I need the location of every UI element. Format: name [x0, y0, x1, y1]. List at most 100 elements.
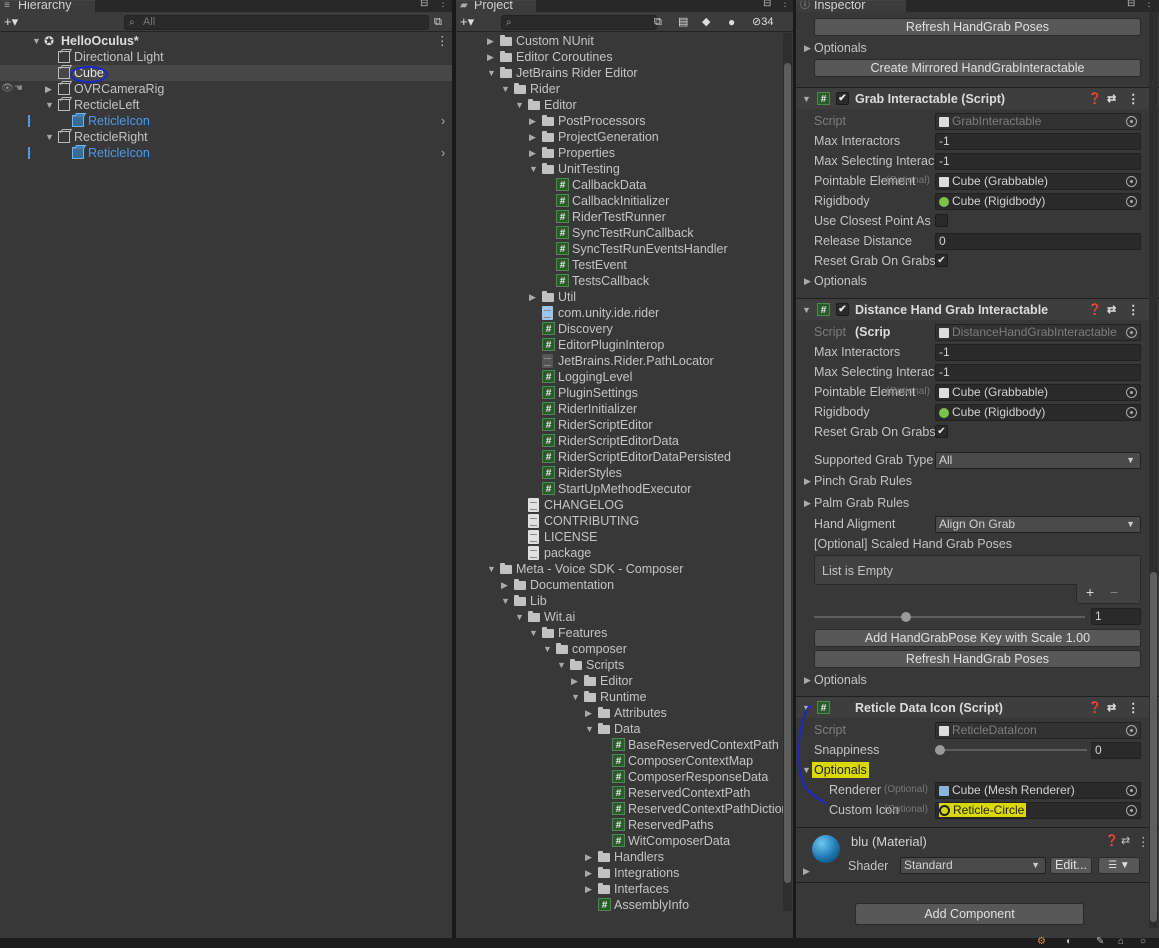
scene-menu-icon[interactable]: ⋮	[436, 33, 449, 49]
expand-arrow-icon[interactable]: ▼	[32, 33, 41, 49]
tab-hierarchy[interactable]: ≡ Hierarchy	[0, 0, 95, 12]
pointable-field[interactable]: Cube (Grabbable)	[935, 384, 1141, 401]
list-item[interactable]: ▶ Interfaces	[456, 881, 783, 897]
expand-arrow-icon[interactable]: ▶	[585, 849, 592, 865]
list-item[interactable]: # ComposerResponseData	[456, 769, 783, 785]
list-item[interactable]: # RiderInitializer	[456, 401, 783, 417]
hidden-packages-icon[interactable]: ⊘34	[752, 14, 773, 30]
list-item[interactable]: # RiderStyles	[456, 465, 783, 481]
component-menu-icon[interactable]: ⋮	[1127, 88, 1140, 110]
pointable-field[interactable]: Cube (Grabbable)	[935, 173, 1141, 190]
list-item[interactable]: ▶ Documentation	[456, 577, 783, 593]
scale-slider-track[interactable]	[814, 616, 1085, 618]
cache-icon[interactable]: ◐	[1066, 936, 1072, 947]
presets-icon[interactable]: ⇄	[1107, 299, 1116, 321]
snappiness-slider-knob[interactable]	[935, 745, 945, 755]
list-item[interactable]: ReticleIcon ›	[0, 145, 452, 161]
collapse-arrow-icon[interactable]: ▼	[529, 161, 538, 177]
object-picker-icon[interactable]	[1126, 407, 1137, 418]
foldout-arrow-icon[interactable]: ▼	[802, 299, 811, 321]
list-item[interactable]: ▼ Meta - Voice SDK - Composer	[456, 561, 783, 577]
hierarchy-search-input[interactable]: ⌕ All	[124, 15, 429, 30]
list-item[interactable]: ▶ Integrations	[456, 865, 783, 881]
chevron-right-icon[interactable]: ›	[441, 145, 445, 161]
expand-arrow-icon[interactable]: ▶	[529, 289, 536, 305]
list-item[interactable]: # ReservedContextPath	[456, 785, 783, 801]
rigidbody-field[interactable]: Cube (Rigidbody)	[935, 404, 1141, 421]
lock-icon[interactable]: ⊟	[763, 0, 771, 9]
inspector-scrollbar[interactable]	[1149, 12, 1158, 928]
cloud-icon[interactable]: ○	[1140, 936, 1146, 947]
renderer-field[interactable]: Cube (Mesh Renderer)	[935, 782, 1141, 799]
scrollbar-thumb[interactable]	[1150, 572, 1157, 922]
list-item[interactable]: ▼ RecticleLeft	[0, 97, 452, 113]
list-item[interactable]: # LoggingLevel	[456, 369, 783, 385]
list-item[interactable]: # RiderScriptEditorData	[456, 433, 783, 449]
object-picker-icon[interactable]	[1126, 805, 1137, 816]
enable-checkbox[interactable]: ✔	[836, 303, 849, 316]
reset-grab-checkbox[interactable]: ✔	[935, 425, 948, 438]
list-item[interactable]: # RiderScriptEditor	[456, 417, 783, 433]
edit-shader-button[interactable]: Edit...	[1050, 857, 1092, 874]
lock-icon[interactable]: ⊟	[420, 0, 428, 9]
component-menu-icon[interactable]: ⋮	[1137, 834, 1150, 849]
list-item[interactable]: Directional Light	[0, 49, 452, 65]
add-handgrab-key-button[interactable]: Add HandGrabPose Key with Scale 1.00	[814, 629, 1141, 647]
list-item[interactable]: ReticleIcon ›	[0, 113, 452, 129]
release-distance-input[interactable]: 0	[935, 233, 1141, 250]
scene-row[interactable]: ▼ ✪ HelloOculus* ⋮	[0, 33, 452, 49]
list-item[interactable]: # CallbackInitializer	[456, 193, 783, 209]
expand-arrow-icon[interactable]: ▶	[529, 113, 536, 129]
expand-arrow-icon[interactable]: ▼	[45, 97, 54, 113]
list-item[interactable]: ▼ Lib	[456, 593, 783, 609]
list-item[interactable]: LICENSE	[456, 529, 783, 545]
list-item[interactable]: # ComposerContextMap	[456, 753, 783, 769]
list-item[interactable]: # StartUpMethodExecutor	[456, 481, 783, 497]
expand-arrow-icon[interactable]: ▶	[501, 577, 508, 593]
tab-project[interactable]: ▰ Project	[456, 0, 536, 12]
expand-arrow-icon[interactable]: ▶	[529, 129, 536, 145]
expand-arrow-icon[interactable]: ▶	[585, 705, 592, 721]
grab-interactable-header[interactable]: ▼ # ✔ Grab Interactable (Script) ❓ ⇄ ⋮	[796, 87, 1159, 109]
list-item[interactable]: ▼ Features	[456, 625, 783, 641]
list-item[interactable]: # RiderScriptEditorDataPersisted	[456, 449, 783, 465]
list-item[interactable]: # EditorPluginInterop	[456, 337, 783, 353]
help-icon[interactable]: ❓	[1088, 697, 1102, 719]
expand-arrow-icon[interactable]: ▶	[45, 81, 52, 97]
pinch-grab-foldout[interactable]: ▶ Pinch Grab Rules	[796, 471, 1159, 491]
remove-icon[interactable]: −	[1110, 584, 1118, 600]
label-icon[interactable]: ◆	[702, 14, 710, 30]
list-item[interactable]: package	[456, 545, 783, 561]
foldout-arrow-icon[interactable]: ▼	[802, 88, 811, 110]
list-item[interactable]: ▶ Util	[456, 289, 783, 305]
collapse-arrow-icon[interactable]: ▼	[543, 641, 552, 657]
chevron-right-icon[interactable]: ›	[441, 113, 445, 129]
component-menu-icon[interactable]: ⋮	[1127, 697, 1140, 719]
collapse-arrow-icon[interactable]: ▼	[529, 625, 538, 641]
expand-arrow-icon[interactable]: ▶	[487, 33, 494, 49]
create-icon[interactable]: +▾	[460, 14, 474, 30]
list-item[interactable]: ▶ Handlers	[456, 849, 783, 865]
snappiness-input[interactable]: 0	[1091, 742, 1141, 759]
hand-alignment-dropdown[interactable]: Align On Grab ▼	[935, 516, 1141, 533]
list-item[interactable]: com.unity.ide.rider	[456, 305, 783, 321]
list-item[interactable]: ▶ PostProcessors	[456, 113, 783, 129]
collapse-arrow-icon[interactable]: ▼	[515, 609, 524, 625]
list-item[interactable]: # PluginSettings	[456, 385, 783, 401]
list-item[interactable]: ▼ Wit.ai	[456, 609, 783, 625]
kebab-menu-icon[interactable]: ⋮	[438, 0, 448, 9]
kebab-menu-icon[interactable]: ⋮	[1144, 0, 1154, 9]
list-item[interactable]: ▼ Data	[456, 721, 783, 737]
scale-input[interactable]: 1	[1091, 608, 1141, 625]
list-item[interactable]: # CallbackData	[456, 177, 783, 193]
distance-hand-grab-header[interactable]: ▼ # ✔ Distance Hand Grab Interactable (S…	[796, 298, 1159, 339]
tab-inspector[interactable]: ⓘ Inspector	[796, 0, 906, 12]
list-item[interactable]: ▶ Editor Coroutines	[456, 49, 783, 65]
list-item[interactable]: ▶ Custom NUnit	[456, 33, 783, 49]
refresh-handgrab-button[interactable]: Refresh HandGrab Poses	[814, 18, 1141, 36]
add-icon[interactable]: +	[1086, 584, 1094, 600]
list-item[interactable]: ▶ Attributes	[456, 705, 783, 721]
closest-point-checkbox[interactable]	[935, 214, 948, 227]
reset-grab-checkbox[interactable]: ✔	[935, 254, 948, 267]
list-item[interactable]: # Discovery	[456, 321, 783, 337]
